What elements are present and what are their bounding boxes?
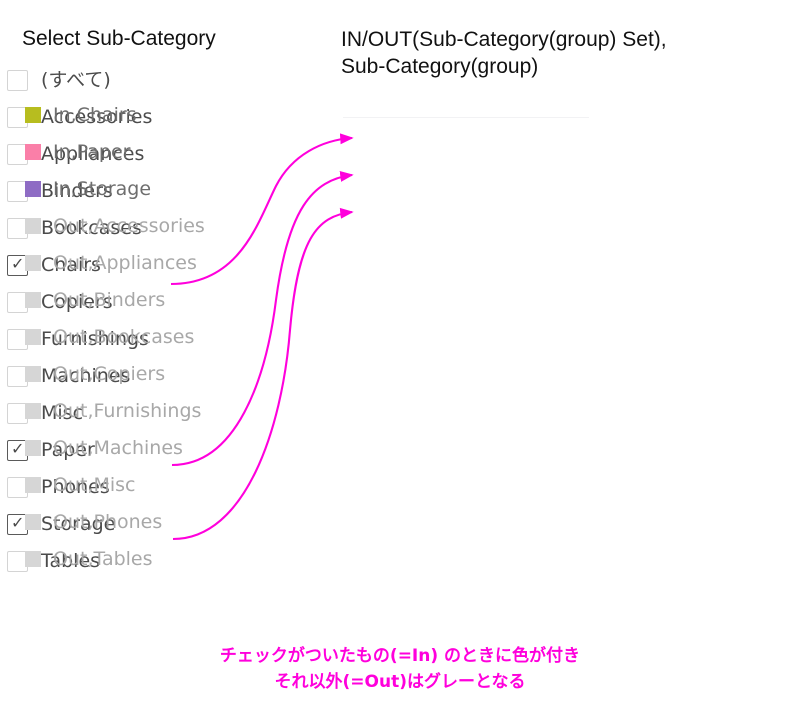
checkbox-label: (すべて) (41, 69, 111, 91)
color-swatch-icon (25, 143, 41, 160)
legend-title: IN/OUT(Sub-Category(group) Set), Sub-Cat… (341, 26, 761, 80)
legend-item-label: Out,Appliances (53, 251, 197, 274)
color-swatch-icon (25, 291, 41, 308)
legend-title-line-2: Sub-Category(group) (341, 55, 539, 78)
legend-item-out-misc[interactable]: Out,Misc (25, 466, 425, 503)
legend-item-out-appliances[interactable]: Out,Appliances (25, 244, 425, 281)
caption-line-2: それ以外(=Out)はグレーとなる (274, 672, 526, 692)
legend-item-label: Out,Furnishings (53, 399, 202, 422)
color-swatch-icon (25, 402, 41, 419)
legend-item-label: Out,Bookcases (53, 325, 195, 348)
legend-item-label: In,Chairs (53, 103, 137, 126)
legend-item-out-copiers[interactable]: Out,Copiers (25, 355, 425, 392)
checkbox-row-all[interactable]: ✓ (すべて) (7, 62, 297, 99)
color-swatch-icon (25, 217, 41, 234)
legend-item-in-chairs[interactable]: In,Chairs (25, 96, 425, 133)
legend-item-label: Out,Machines (53, 436, 183, 459)
color-swatch-icon (25, 439, 41, 456)
legend-item-label: Out,Accessories (53, 214, 205, 237)
legend-item-label: Out,Binders (53, 288, 166, 311)
legend-title-line-1: IN/OUT(Sub-Category(group) Set), (341, 28, 667, 51)
color-swatch-icon (25, 328, 41, 345)
legend-item-out-binders[interactable]: Out,Binders (25, 281, 425, 318)
legend-panel: IN/OUT(Sub-Category(group) Set), Sub-Cat… (341, 26, 781, 118)
annotation-caption: チェックがついたもの(=In) のときに色が付き それ以外(=Out)はグレーと… (0, 643, 800, 695)
color-swatch-icon (25, 365, 41, 382)
legend-item-label: Out,Copiers (53, 362, 166, 385)
color-swatch-icon (25, 513, 41, 530)
legend-item-label: In,Paper (53, 140, 131, 163)
filter-title: Select Sub-Category (22, 27, 216, 50)
sub-category-filter-panel: Select Sub-Category (22, 26, 322, 52)
check-icon: ✓ (11, 441, 25, 458)
color-swatch-icon (25, 106, 41, 123)
legend-item-in-storage[interactable]: In,Storage (25, 170, 425, 207)
check-icon: ✓ (11, 515, 25, 532)
check-icon: ✓ (11, 256, 25, 273)
legend-item-out-tables[interactable]: Out,Tables (25, 540, 425, 577)
caption-line-1: チェックがついたもの(=In) のときに色が付き (219, 646, 581, 666)
legend-item-label: Out,Phones (53, 510, 163, 533)
legend-item-out-machines[interactable]: Out,Machines (25, 429, 425, 466)
checkbox-all[interactable]: ✓ (7, 70, 28, 91)
color-swatch-icon (25, 550, 41, 567)
color-swatch-icon (25, 254, 41, 271)
legend-item-in-paper[interactable]: In,Paper (25, 133, 425, 170)
legend-item-label: Out,Tables (53, 547, 153, 570)
legend-item-out-furnishings[interactable]: Out,Furnishings (25, 392, 425, 429)
screenshot-root: Select Sub-Category ✓ (すべて) ✓ Accessorie… (0, 0, 800, 719)
legend-item-out-accessories[interactable]: Out,Accessories (25, 207, 425, 244)
legend-item-label: Out,Misc (53, 473, 136, 496)
color-swatch-icon (25, 180, 41, 197)
legend-item-label: In,Storage (53, 177, 152, 200)
legend-item-out-phones[interactable]: Out,Phones (25, 503, 425, 540)
legend-item-list[interactable]: In,Chairs In,Paper In,Storage Out,Access… (25, 96, 425, 577)
legend-item-out-bookcases[interactable]: Out,Bookcases (25, 318, 425, 355)
color-swatch-icon (25, 476, 41, 493)
